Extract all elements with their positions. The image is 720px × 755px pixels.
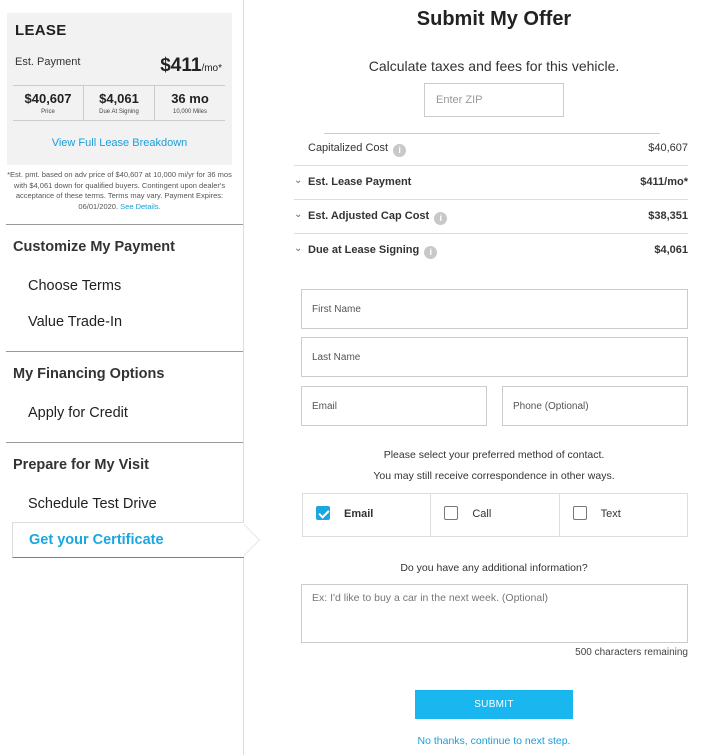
see-details-link[interactable]: See Details. (120, 202, 160, 211)
stat-value: $4,061 (99, 91, 139, 106)
skip-link[interactable]: No thanks, continue to next step. (300, 735, 688, 747)
email-field[interactable] (301, 386, 487, 426)
cost-row-capitalized: Capitalized Cost i $40,607 (294, 132, 688, 166)
divider (6, 442, 243, 443)
nav-get-certificate-label: Get your Certificate (29, 532, 164, 548)
info-icon[interactable]: i (424, 246, 438, 259)
nav-choose-terms[interactable]: Choose Terms (28, 278, 121, 294)
contact-method-group: Email Call Text (302, 493, 688, 537)
cost-row-adjusted-cap[interactable]: ⌄ Est. Adjusted Cap Cost i $38,351 (294, 200, 688, 234)
est-payment-amount: $411 (160, 55, 202, 76)
section-prepare-visit: Prepare for My Visit (13, 457, 149, 473)
nav-schedule-test-drive[interactable]: Schedule Test Drive (28, 496, 157, 512)
cost-value: $4,061 (654, 244, 688, 256)
zip-input[interactable] (424, 83, 564, 117)
checkbox-icon[interactable] (572, 506, 587, 520)
stat-sub: 10,000 Miles (172, 109, 208, 115)
cost-value: $411/mo* (640, 176, 688, 188)
cost-row-due-signing[interactable]: ⌄ Due at Lease Signing i $4,061 (294, 234, 688, 268)
sidebar: LEASE Est. Payment $411/mo* $40,607 Price… (0, 0, 244, 755)
lease-summary-card: LEASE Est. Payment $411/mo* $40,607 Price… (7, 13, 232, 165)
cost-label: Capitalized Cost i (308, 142, 407, 157)
divider (6, 351, 243, 352)
cost-label: Est. Adjusted Cap Cost i (308, 210, 448, 225)
chevron-down-icon: ⌄ (294, 175, 303, 186)
contact-option-label: Text (600, 508, 621, 520)
nav-apply-credit[interactable]: Apply for Credit (28, 405, 128, 421)
lease-stats: $40,607 Price $4,061 Due At Signing 36 mo 1… (13, 85, 225, 121)
contact-method-prompt: Please select your preferred method of c… (383, 449, 605, 461)
stat-value: 36 mo (171, 91, 209, 106)
lease-disclaimer: *Est. pmt. based on adv price of $40,607… (7, 170, 232, 212)
last-name-field[interactable] (301, 337, 688, 377)
contact-option-label: Email (344, 508, 374, 520)
page-title: Submit My Offer (416, 8, 572, 30)
active-nav-arrow-fill (242, 523, 259, 557)
stat-value: $40,607 (24, 91, 72, 106)
chevron-down-icon: ⌄ (294, 243, 303, 254)
view-lease-breakdown-link[interactable]: View Full Lease Breakdown (7, 137, 232, 149)
contact-option-text[interactable]: Text (560, 494, 687, 536)
est-payment-value: $411/mo* (160, 55, 222, 77)
checkbox-icon[interactable] (444, 506, 459, 520)
est-payment-label: Est. Payment (15, 56, 81, 68)
contact-method-note: You may still receive correspondence in … (373, 470, 615, 482)
characters-remaining: 500 characters remaining (575, 647, 688, 658)
est-payment-unit: /mo* (201, 63, 222, 74)
additional-info-textarea[interactable] (301, 584, 688, 643)
page-subtitle: Calculate taxes and fees for this vehicl… (368, 58, 620, 74)
nav-get-certificate[interactable]: Get your Certificate (12, 522, 244, 558)
section-financing-options: My Financing Options (13, 366, 165, 382)
phone-field[interactable] (502, 386, 688, 426)
cost-label: Due at Lease Signing i (308, 244, 438, 259)
cost-value: $40,607 (648, 142, 688, 154)
submit-button[interactable]: SUBMIT (415, 690, 573, 719)
divider (6, 224, 243, 225)
cost-value: $38,351 (648, 210, 688, 222)
stat-price: $40,607 Price (13, 86, 84, 120)
cost-label-text: Est. Adjusted Cap Cost (308, 210, 430, 222)
additional-info-prompt: Do you have any additional information? (400, 562, 588, 574)
lease-title: LEASE (15, 22, 67, 39)
info-icon[interactable]: i (393, 144, 407, 157)
contact-option-label: Call (472, 508, 492, 520)
cost-label-text: Due at Lease Signing (308, 244, 420, 256)
contact-option-email[interactable]: Email (303, 494, 432, 536)
cost-label: Est. Lease Payment (308, 176, 412, 188)
stat-sub: Due At Signing (99, 109, 139, 115)
nav-value-trade-in[interactable]: Value Trade-In (28, 314, 122, 330)
chevron-down-icon: ⌄ (294, 209, 303, 220)
stat-term: 36 mo 10,000 Miles (155, 86, 225, 120)
cost-label-text: Capitalized Cost (308, 142, 389, 154)
stat-due: $4,061 Due At Signing (84, 86, 155, 120)
contact-option-call[interactable]: Call (431, 494, 560, 536)
cost-row-lease-payment[interactable]: ⌄ Est. Lease Payment $411/mo* (294, 166, 688, 200)
stat-sub: Price (41, 109, 55, 115)
info-icon[interactable]: i (434, 212, 448, 225)
section-customize-payment: Customize My Payment (13, 239, 175, 255)
checkbox-checked-icon[interactable] (316, 506, 330, 520)
first-name-field[interactable] (301, 289, 688, 329)
